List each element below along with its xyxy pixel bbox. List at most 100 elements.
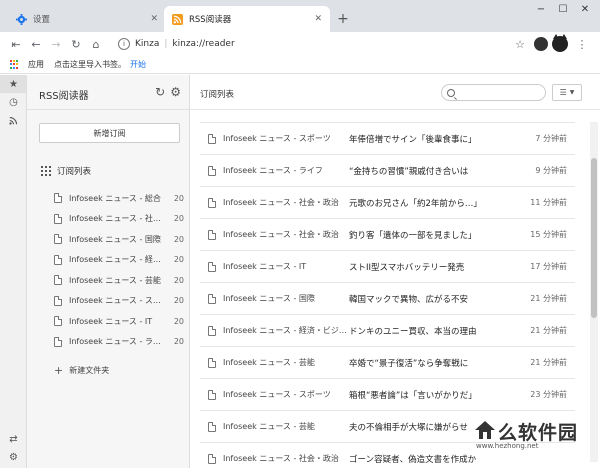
scrollbar-thumb[interactable] bbox=[591, 158, 597, 318]
file-icon bbox=[208, 261, 216, 272]
refresh-icon[interactable]: ↻ bbox=[155, 85, 165, 99]
tab-rss-reader[interactable]: RSS阅读器 ✕ bbox=[164, 6, 330, 32]
home-icon[interactable]: ⌂ bbox=[86, 34, 106, 54]
close-window-icon[interactable]: ✕ bbox=[574, 0, 596, 18]
feed-item[interactable]: Infoseek ニュース - ラ… 20 bbox=[54, 332, 184, 353]
url-text: kinza://reader bbox=[172, 39, 235, 49]
article-source: Infoseek ニュース - ライフ bbox=[223, 166, 323, 175]
view-mode-button[interactable]: ☰ ▼ bbox=[552, 84, 582, 101]
start-link[interactable]: 开始 bbox=[130, 59, 146, 70]
article-source: Infoseek ニュース - 経済・ビジ… bbox=[223, 326, 347, 335]
browser-toolbar: ⇤ ← → ↻ ⌂ i Kinza | kinza://reader ☆ ⋮ bbox=[0, 32, 600, 56]
divider: | bbox=[164, 39, 168, 49]
close-tab-icon[interactable]: ✕ bbox=[150, 14, 158, 24]
file-icon bbox=[208, 133, 216, 144]
article-row[interactable]: Infoseek ニュース - 経済・ビジ… ドンキのユニー買収、本当の理由 21 … bbox=[200, 315, 575, 347]
feed-item[interactable]: Infoseek ニュース - 総合 20 bbox=[54, 188, 184, 209]
scrollbar[interactable] bbox=[590, 122, 598, 462]
tab-title: 设置 bbox=[33, 15, 51, 25]
article-title[interactable]: ドンキのユニー買収、本当の理由 bbox=[349, 325, 519, 337]
feed-item[interactable]: Infoseek ニュース - 国際 20 bbox=[54, 229, 184, 250]
article-time: 11 分钟前 bbox=[530, 198, 567, 207]
star-icon[interactable]: ★ bbox=[0, 75, 27, 93]
feed-list: Infoseek ニュース - 総合 20 Infoseek ニュース - 社… 2… bbox=[54, 188, 184, 352]
toolbar-right: ☆ ⋮ bbox=[510, 34, 592, 54]
article-title[interactable]: ストII型スマホバッテリー発売 bbox=[349, 261, 519, 273]
list-view-icon: ☰ bbox=[559, 88, 567, 97]
feed-name: Infoseek ニュース - ラ… bbox=[69, 337, 161, 347]
address-bar[interactable]: i Kinza | kinza://reader bbox=[118, 35, 524, 53]
article-time: 9 分钟前 bbox=[535, 166, 567, 175]
article-title[interactable]: “金持ちの習慣”親戚付き合いは bbox=[349, 165, 519, 177]
sidebar-toggle-icon[interactable]: ⇤ bbox=[6, 34, 26, 54]
article-title[interactable]: 元歌のお兄さん「約2年前から…」 bbox=[349, 197, 519, 209]
apps-link[interactable]: 应用 bbox=[28, 59, 44, 70]
article-row[interactable]: Infoseek ニュース - スポーツ 年俸倍増でサイン「後輩食事に」 7 分钟前 bbox=[200, 123, 575, 155]
plus-icon: + bbox=[54, 364, 64, 377]
file-icon bbox=[208, 421, 216, 432]
new-tab-button[interactable]: + bbox=[335, 11, 351, 27]
article-row[interactable]: Infoseek ニュース - IT ストII型スマホバッテリー発売 17 分钟前 bbox=[200, 251, 575, 283]
profile-avatar-icon[interactable] bbox=[534, 37, 548, 51]
article-row[interactable]: Infoseek ニュース - 国際 韓国マックで異物、広がる不安 21 分钟前 bbox=[200, 283, 575, 315]
article-source: Infoseek ニュース - IT bbox=[223, 262, 307, 271]
article-row[interactable]: Infoseek ニュース - 社会・政治 元歌のお兄さん「約2年前から…」 11 … bbox=[200, 187, 575, 219]
article-title[interactable]: 年俸倍増でサイン「後輩食事に」 bbox=[349, 133, 519, 145]
article-row[interactable]: Infoseek ニュース - 社会・政治 釣り客「遺体の一部を見ました」 15 分… bbox=[200, 219, 575, 251]
sync-icon[interactable]: ⇄ bbox=[0, 430, 27, 448]
article-row[interactable]: Infoseek ニュース - ライフ “金持ちの習慣”親戚付き合いは 9 分钟前 bbox=[200, 155, 575, 187]
feed-item[interactable]: Infoseek ニュース - ス… 20 bbox=[54, 291, 184, 312]
gear-icon bbox=[16, 13, 27, 25]
forward-icon[interactable]: → bbox=[46, 34, 66, 54]
file-icon bbox=[208, 325, 216, 336]
settings-gear-icon[interactable]: ⚙ bbox=[0, 448, 27, 466]
feed-item[interactable]: Infoseek ニュース - IT 20 bbox=[54, 311, 184, 332]
import-bookmarks-hint[interactable]: 点击这里导入书签。 bbox=[54, 59, 126, 70]
close-tab-icon[interactable]: ✕ bbox=[314, 14, 322, 24]
feed-count: 20 bbox=[173, 275, 184, 285]
file-icon bbox=[208, 357, 216, 368]
feed-item[interactable]: Infoseek ニュース - 社… 20 bbox=[54, 209, 184, 230]
chevron-down-icon: ▼ bbox=[569, 89, 575, 96]
kinza-cat-icon[interactable] bbox=[552, 34, 568, 52]
minimize-icon[interactable]: − bbox=[530, 0, 552, 18]
file-icon bbox=[54, 295, 62, 306]
feed-count: 20 bbox=[173, 296, 184, 306]
article-title[interactable]: 韓国マックで異物、広がる不安 bbox=[349, 293, 519, 305]
site-info-icon[interactable]: i bbox=[118, 38, 130, 50]
article-row[interactable]: Infoseek ニュース - スポーツ 箱根“悪者論”は「言いがかりだ」 23 分… bbox=[200, 379, 575, 411]
new-subscription-button[interactable]: 新增订阅 bbox=[39, 123, 180, 143]
new-folder-label: 新建文件夹 bbox=[69, 366, 110, 375]
search-icon bbox=[447, 88, 455, 97]
article-title[interactable]: 卒婚で“景子復活”なら争奪戦に bbox=[349, 357, 519, 369]
file-icon bbox=[208, 389, 216, 400]
bookmark-star-icon[interactable]: ☆ bbox=[510, 34, 530, 54]
article-title[interactable]: 箱根“悪者論”は「言いがかりだ」 bbox=[349, 389, 519, 401]
new-folder-button[interactable]: + 新建文件夹 bbox=[54, 364, 109, 377]
file-icon bbox=[54, 275, 62, 286]
subscription-list-header[interactable]: 订阅列表 bbox=[41, 165, 91, 177]
reload-icon[interactable]: ↻ bbox=[66, 34, 86, 54]
tab-settings[interactable]: 设置 ✕ bbox=[8, 6, 166, 32]
article-time: 15 分钟前 bbox=[530, 230, 567, 239]
file-icon bbox=[208, 293, 216, 304]
maximize-icon[interactable]: ☐ bbox=[552, 0, 574, 18]
file-icon bbox=[208, 165, 216, 176]
menu-icon[interactable]: ⋮ bbox=[572, 34, 592, 54]
rss-feed-icon[interactable] bbox=[0, 111, 27, 129]
article-row[interactable]: Infoseek ニュース - 芸能 卒婚で“景子復活”なら争奪戦に 21 分钟前 bbox=[200, 347, 575, 379]
apps-icon[interactable] bbox=[10, 59, 20, 70]
back-icon[interactable]: ← bbox=[26, 34, 46, 54]
search-input[interactable] bbox=[441, 84, 546, 101]
subscription-list-label: 订阅列表 bbox=[57, 167, 92, 177]
feed-item[interactable]: Infoseek ニュース - 芸能 20 bbox=[54, 270, 184, 291]
history-icon[interactable]: ◷ bbox=[0, 93, 27, 111]
file-icon bbox=[208, 197, 216, 208]
rss-reader-title: RSS阅读器 bbox=[39, 91, 89, 102]
article-source: Infoseek ニュース - 芸能 bbox=[223, 358, 315, 367]
feed-count: 20 bbox=[173, 316, 184, 326]
tab-strip: 设置 ✕ RSS阅读器 ✕ + − ☐ ✕ bbox=[0, 0, 600, 32]
feed-item[interactable]: Infoseek ニュース - 経… 20 bbox=[54, 250, 184, 271]
article-title[interactable]: 釣り客「遺体の一部を見ました」 bbox=[349, 229, 519, 241]
settings-icon[interactable]: ⚙ bbox=[170, 85, 181, 99]
